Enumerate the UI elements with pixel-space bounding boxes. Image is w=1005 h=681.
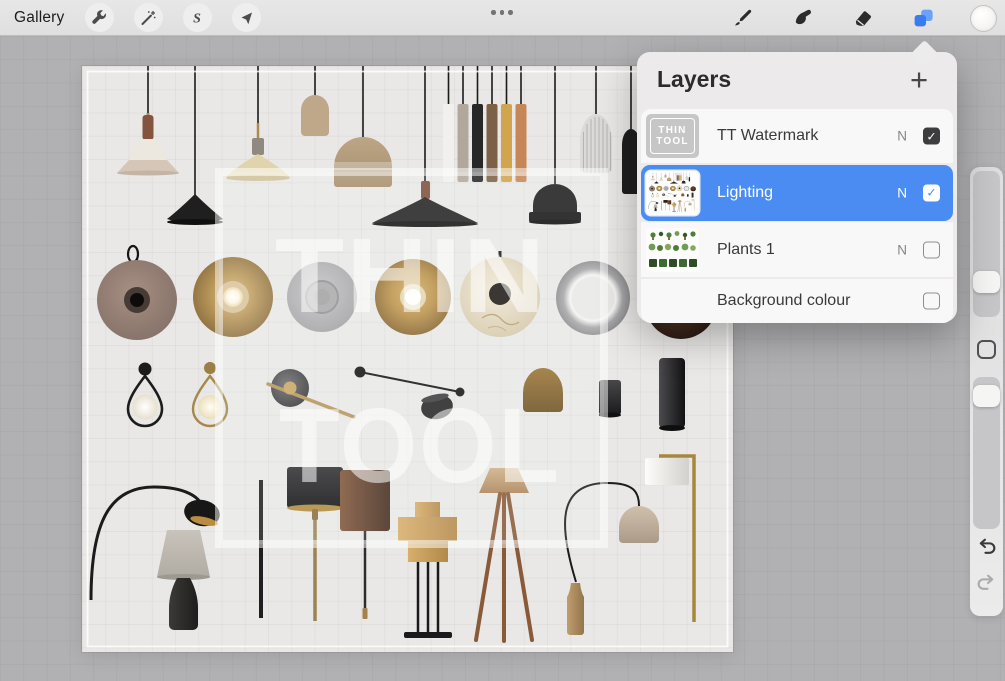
layer-thumbnail-plants bbox=[646, 227, 699, 272]
canvas-menu-button[interactable] bbox=[487, 6, 517, 19]
layer-thumbnail-lighting bbox=[646, 170, 699, 215]
eraser-button[interactable] bbox=[848, 3, 878, 33]
gallery-button[interactable]: Gallery bbox=[14, 9, 65, 27]
undo-icon bbox=[979, 538, 996, 554]
layer-visibility-checkbox[interactable] bbox=[923, 184, 940, 201]
layer-list: THIN TOOL TT Watermark N Lighting N bbox=[641, 109, 953, 323]
svg-text:S: S bbox=[193, 11, 201, 26]
blend-mode-badge[interactable]: N bbox=[897, 129, 907, 144]
layer-visibility-checkbox[interactable] bbox=[923, 292, 940, 309]
smudge-button[interactable] bbox=[788, 3, 818, 33]
color-button[interactable] bbox=[968, 3, 998, 33]
layers-icon bbox=[914, 9, 933, 27]
workspace-background: THIN TOOL Layers + THIN TOOL TT Watermar… bbox=[0, 36, 1005, 681]
layer-name: Lighting bbox=[717, 183, 774, 201]
adjustments-button[interactable] bbox=[133, 3, 163, 32]
actions-button[interactable] bbox=[84, 3, 114, 32]
magic-wand-icon bbox=[141, 10, 156, 25]
blend-mode-badge[interactable]: N bbox=[897, 242, 907, 257]
active-color-swatch bbox=[969, 4, 997, 32]
sidebar bbox=[970, 167, 1003, 616]
redo-icon bbox=[977, 574, 994, 590]
brush-size-handle[interactable] bbox=[973, 271, 1000, 293]
watermark-text-line1: THIN bbox=[275, 217, 547, 335]
blend-mode-badge[interactable]: N bbox=[897, 185, 907, 200]
layer-row-tt-watermark[interactable]: THIN TOOL TT Watermark N bbox=[641, 109, 953, 163]
opacity-handle[interactable] bbox=[973, 385, 1000, 407]
eraser-icon bbox=[855, 11, 871, 26]
transform-arrow-icon bbox=[241, 12, 252, 24]
layers-panel-title: Layers bbox=[657, 66, 732, 92]
brush-button[interactable] bbox=[728, 3, 758, 33]
paintbrush-icon bbox=[735, 9, 752, 26]
layer-row-background-colour[interactable]: Background colour bbox=[641, 278, 953, 323]
layers-button[interactable] bbox=[908, 3, 938, 33]
layer-row-lighting[interactable]: Lighting N bbox=[641, 164, 953, 221]
layer-row-plants[interactable]: Plants 1 N bbox=[641, 222, 953, 277]
top-toolbar: Gallery S bbox=[0, 0, 1005, 36]
layer-visibility-checkbox[interactable] bbox=[923, 241, 940, 258]
selection-button[interactable]: S bbox=[182, 3, 212, 32]
add-layer-button[interactable]: + bbox=[901, 60, 937, 100]
transform-button[interactable] bbox=[231, 3, 261, 32]
thumb-text: TOOL bbox=[656, 136, 689, 147]
layer-thumbnail-tt: THIN TOOL bbox=[646, 114, 699, 158]
wrench-icon bbox=[92, 9, 106, 24]
layer-visibility-checkbox[interactable] bbox=[923, 127, 940, 145]
layer-name: Plants 1 bbox=[717, 240, 775, 258]
layer-name: Background colour bbox=[717, 291, 851, 309]
redo-button[interactable] bbox=[975, 571, 998, 594]
smudge-finger-icon bbox=[795, 9, 812, 25]
watermark-text-line2: TOOL bbox=[279, 387, 561, 505]
modify-button[interactable] bbox=[977, 340, 996, 359]
canvas-artwork: THIN TOOL bbox=[86, 66, 729, 648]
brush-size-slider[interactable] bbox=[973, 171, 1000, 317]
thumb-text: THIN bbox=[658, 125, 687, 136]
selection-s-icon: S bbox=[193, 11, 201, 26]
layers-panel: Layers + THIN TOOL TT Watermark N ✓ Ligh… bbox=[637, 40, 957, 323]
undo-button[interactable] bbox=[975, 535, 998, 558]
layer-name: TT Watermark bbox=[717, 127, 819, 144]
canvas[interactable]: THIN TOOL bbox=[82, 66, 733, 652]
